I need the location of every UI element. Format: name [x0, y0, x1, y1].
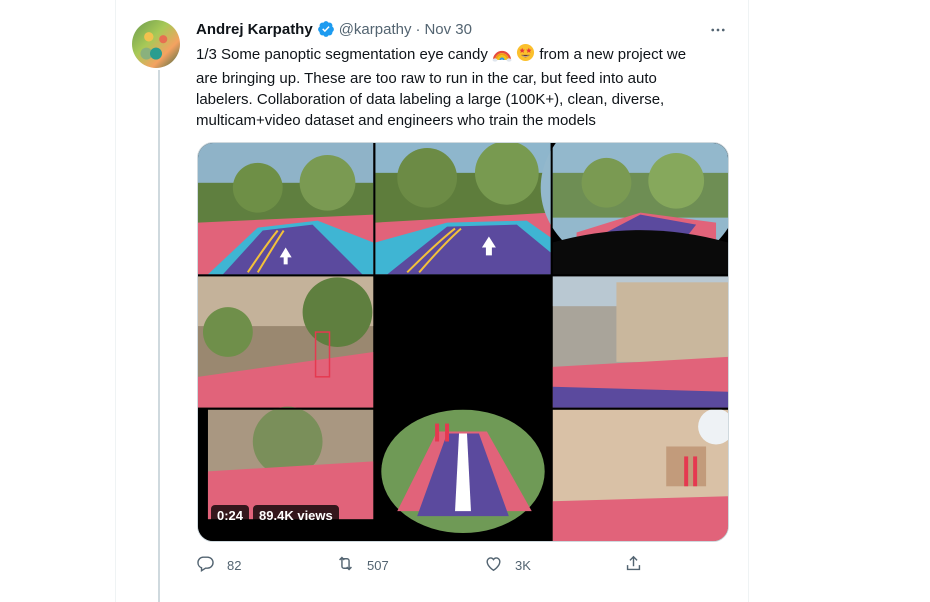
video-cell-rear-center: [375, 409, 551, 541]
video-cell-right-side: [552, 276, 728, 408]
reply-count: 82: [227, 557, 242, 573]
tweet-text: 1/3 Some panoptic segmentation eye candy…: [196, 43, 726, 131]
tweet-text-segment: 1/3 Some panoptic segmentation eye candy: [196, 46, 488, 63]
thread-line: [158, 70, 160, 602]
retweet-button[interactable]: 507: [336, 553, 389, 577]
video-cell-left-side: [198, 276, 374, 408]
video-cell-front-center: [375, 143, 551, 275]
star-struck-emoji: [516, 43, 535, 68]
avatar[interactable]: [132, 20, 180, 68]
share-icon: [624, 554, 643, 576]
reply-icon: [196, 554, 215, 576]
rainbow-emoji: [492, 44, 512, 68]
reply-button[interactable]: 82: [196, 553, 241, 577]
like-button[interactable]: 3K: [484, 553, 531, 577]
tweet-header: Andrej Karpathy @karpathy · Nov 30: [196, 18, 472, 40]
author-handle[interactable]: @karpathy: [339, 21, 412, 38]
video-cell-rear-right: [552, 408, 728, 541]
tweet-text-line-4: multicam+video dataset and engineers who…: [196, 112, 596, 129]
header-separator: ·: [415, 20, 421, 38]
segmentation-video-grid: [198, 143, 728, 541]
tweet-text-segment: from a new project we: [539, 46, 687, 63]
like-count: 3K: [515, 557, 531, 573]
video-cell-front-left: [198, 143, 374, 275]
video-overlay-badges: 0:24 89.4K views: [211, 505, 339, 527]
video-time-badge: 0:24: [211, 505, 250, 527]
video-cell-front-right: [540, 143, 728, 275]
more-horizontal-icon[interactable]: [704, 20, 732, 40]
video-cell-blank: [375, 276, 551, 408]
tweet-text-line-3: labelers. Collaboration of data labeling…: [196, 91, 665, 108]
tweet-actions: 82 507 3K: [196, 553, 656, 577]
retweet-icon: [336, 554, 355, 576]
video-player[interactable]: [197, 142, 729, 542]
author-name[interactable]: Andrej Karpathy: [196, 21, 313, 38]
tweet-date[interactable]: Nov 30: [424, 21, 472, 38]
tweet-text-line-2: are bringing up. These are too raw to ru…: [196, 70, 657, 87]
verified-badge-icon: [317, 20, 335, 38]
video-views-badge: 89.4K views: [253, 505, 339, 527]
retweet-count: 507: [367, 557, 389, 573]
tweet-text-line-1: 1/3 Some panoptic segmentation eye candy…: [196, 43, 726, 68]
heart-icon: [484, 554, 503, 576]
share-button[interactable]: [624, 553, 643, 577]
